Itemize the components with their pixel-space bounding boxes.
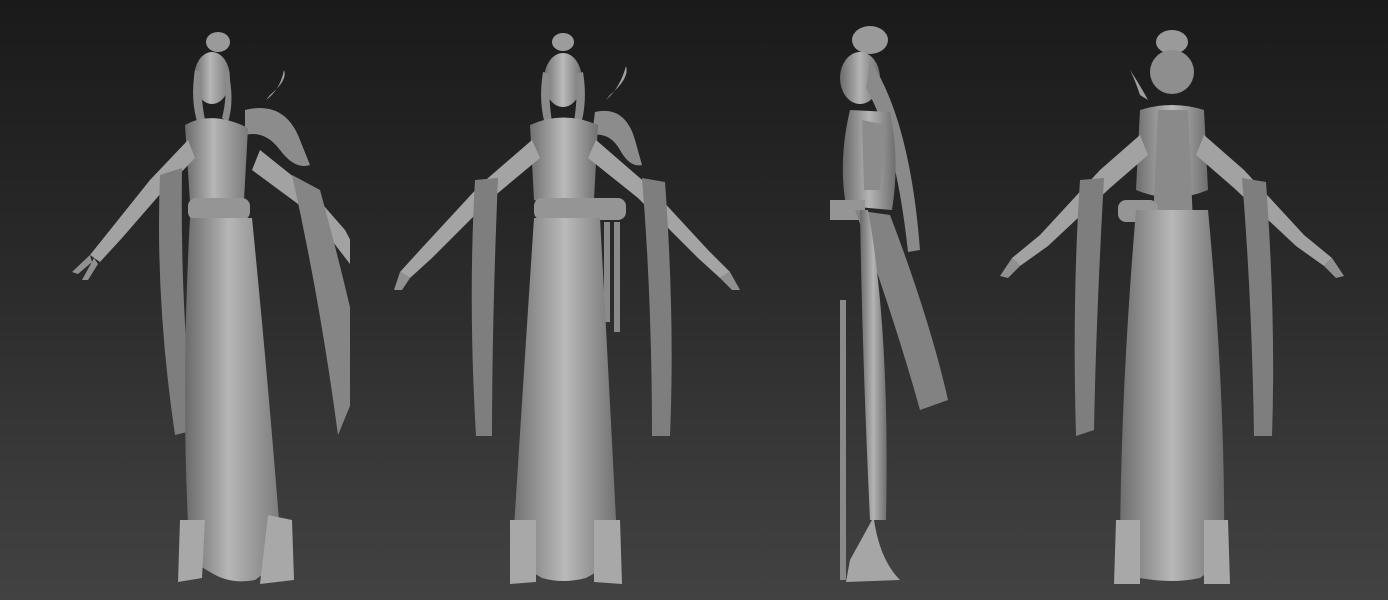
rope-belt [534, 198, 626, 220]
staff [840, 300, 846, 580]
torso [530, 117, 598, 206]
sculpt-view-three-quarter [30, 0, 350, 600]
head [544, 53, 582, 107]
rope-belt [188, 198, 250, 220]
sculpt-figure-1 [72, 32, 350, 584]
arm-left [400, 140, 540, 278]
sleeve-left [1074, 178, 1104, 436]
head-ornament [1150, 50, 1194, 94]
sleeve-left [471, 178, 498, 436]
shoulder-armor [245, 108, 310, 166]
sculpt-figure-3 [830, 26, 948, 582]
hair-bun [206, 32, 230, 52]
sculpt-figure-2 [394, 33, 740, 584]
sculpt-view-back [990, 0, 1360, 600]
viewport [0, 0, 1388, 600]
sculpt-view-side [800, 0, 970, 600]
sculpt-figure-4 [1000, 30, 1344, 584]
high-heel [846, 520, 900, 582]
torso [185, 118, 248, 209]
sculpt-view-front [380, 0, 760, 600]
sleeve-right [642, 178, 672, 436]
sleeve-right [292, 175, 350, 435]
